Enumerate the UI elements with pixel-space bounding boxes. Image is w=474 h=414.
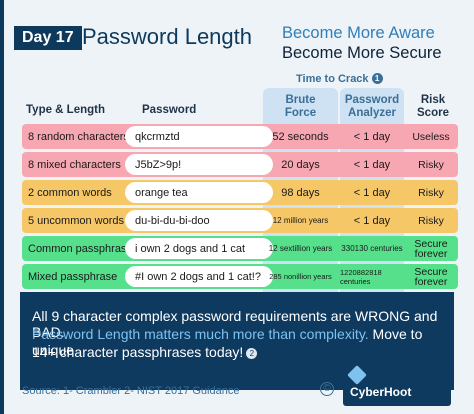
footnote-2-badge: 2: [246, 347, 258, 359]
slogan-secure: Become More Secure: [282, 44, 442, 62]
copyright-icon: ©: [320, 382, 334, 396]
header-risk-line2: Score: [417, 107, 449, 119]
message-line-3-text: 14+ character passphrases today!: [32, 344, 244, 360]
row-analyzer: < 1 day: [353, 186, 391, 199]
row-analyzer: < 1 day: [353, 130, 391, 143]
header-brute-line1: Brute: [285, 94, 316, 106]
table-row: Mixed passphrase #I own 2 dogs and 1 cat…: [22, 264, 458, 289]
row-risk-line2: forever: [414, 247, 448, 260]
logo-text: CyberHoot: [350, 385, 412, 399]
row-brute-force: 12 million years: [272, 216, 329, 225]
table-row: 8 random characters qkcrmztd 52 seconds …: [22, 124, 458, 149]
row-password: i own 2 dogs and 1 cat: [125, 238, 273, 259]
row-risk-line1: Secure: [414, 265, 448, 278]
header-brute-force: Brute Force: [263, 94, 338, 120]
row-analyzer: < 1 day: [353, 214, 391, 227]
row-brute-force: 98 days: [281, 186, 320, 199]
message-highlight: Password Length matters much more than c…: [32, 326, 369, 342]
row-password: du-bi-du-bi-doo: [125, 210, 273, 231]
row-password: orange tea: [125, 182, 273, 203]
row-brute-force: 20 days: [281, 158, 320, 171]
slogan-aware: Become More Aware: [282, 24, 435, 42]
table-row: Common passphrase i own 2 dogs and 1 cat…: [22, 236, 458, 261]
row-type: 2 common words: [28, 186, 112, 199]
row-password: J5bZ>9p!: [125, 154, 273, 175]
row-type: 8 random characters: [28, 130, 129, 143]
header-password: Password: [142, 104, 197, 116]
header-type-length: Type & Length: [26, 104, 106, 116]
day-tag: Day 17: [14, 26, 82, 50]
row-type: Mixed passphrase: [28, 270, 118, 283]
row-analyzer: 330130 centuries: [341, 244, 403, 253]
row-brute-force: 52 seconds: [272, 130, 329, 143]
row-password: qkcrmztd: [125, 126, 273, 147]
row-type: 5 uncommon words: [28, 214, 124, 227]
row-risk-line2: forever: [414, 275, 448, 288]
row-type: 8 mixed characters: [28, 158, 121, 171]
table-row: 2 common words orange tea 98 days < 1 da…: [22, 180, 458, 205]
row-password: #I own 2 dogs and 1 cat!?: [125, 266, 273, 287]
page-title: Password Length: [82, 24, 252, 49]
source-citation: Source: 1- Crambler 2- NIST 2017 Guidanc…: [22, 385, 240, 397]
time-to-crack-text: Time to Crack: [296, 73, 369, 85]
row-risk: Secure forever: [406, 264, 456, 289]
row-risk: Risky: [418, 158, 444, 171]
header-analyzer-line2: Analyzer: [348, 107, 396, 119]
header-password-analyzer: Password Analyzer: [340, 94, 404, 120]
row-analyzer: 1220882818 centuries: [340, 267, 382, 286]
row-risk: Secure forever: [406, 236, 456, 261]
row-risk-line1: Secure: [414, 237, 448, 250]
header-risk-score: Risk Score: [408, 94, 458, 120]
row-analyzer: < 1 day: [353, 158, 391, 171]
row-brute-force: 12 sextillion years: [268, 244, 333, 253]
row-risk: Risky: [418, 214, 444, 227]
table-row: 8 mixed characters J5bZ>9p! 20 days < 1 …: [22, 152, 458, 177]
header-risk-line1: Risk: [420, 94, 446, 106]
header-analyzer-line1: Password: [344, 94, 400, 106]
table-row: 5 uncommon words du-bi-du-bi-doo 12 mill…: [22, 208, 458, 233]
row-risk: Useless: [412, 130, 450, 143]
row-type: Common passphrase: [28, 242, 133, 255]
header-brute-line2: Force: [284, 107, 317, 119]
row-brute-force: 285 nonillion years: [269, 272, 332, 281]
row-risk: Risky: [418, 186, 444, 199]
footnote-1-badge: 1: [371, 73, 383, 84]
time-to-crack-label: Time to Crack 1: [296, 73, 383, 85]
message-line-3: 14+ character passphrases today! 2: [32, 344, 258, 360]
